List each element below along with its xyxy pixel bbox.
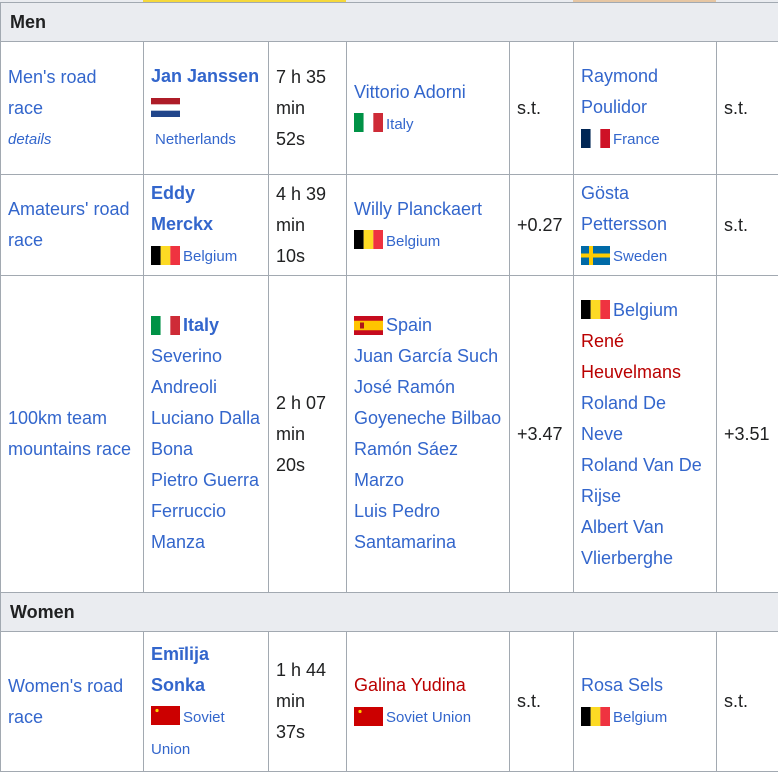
- country-link[interactable]: Italy: [386, 116, 414, 133]
- bronze-cell: Gösta Pettersson Sweden: [574, 175, 717, 276]
- bronze-athlete-link[interactable]: Gösta Pettersson: [581, 178, 709, 240]
- event-cell: Women's road race: [1, 632, 144, 772]
- belgium-flag-icon: [581, 300, 610, 319]
- gold-athlete-link[interactable]: Eddy Merckx: [151, 178, 261, 240]
- country-link[interactable]: Sweden: [613, 248, 667, 265]
- country-link[interactable]: Netherlands: [151, 131, 236, 148]
- bronze-athlete-link[interactable]: Raymond Poulidor: [581, 61, 709, 123]
- gold-time-cell: 2 h 07 min 20s: [269, 276, 347, 593]
- event-cell: Men's road race details: [1, 42, 144, 175]
- event-cell: Amateurs' road race: [1, 175, 144, 276]
- silver-cell: Vittorio Adorni Italy: [347, 42, 510, 175]
- gold-cell: Eddy Merckx Belgium: [144, 175, 269, 276]
- team-member-link[interactable]: Roland Van De Rijse: [581, 450, 709, 512]
- belgium-flag-icon: [581, 707, 610, 726]
- italy-flag-icon: [151, 316, 180, 335]
- section-header-women: Women: [1, 593, 778, 632]
- country-link[interactable]: Belgium: [613, 709, 667, 726]
- bronze-time-cell: s.t.: [717, 42, 778, 175]
- country-link[interactable]: Belgium: [183, 248, 237, 265]
- silver-time-cell: s.t.: [510, 42, 574, 175]
- silver-cell: Willy Planckaert Belgium: [347, 175, 510, 276]
- table-row: Women's road race Emīlija Sonka Soviet U…: [1, 632, 778, 772]
- silver-athlete-link[interactable]: Vittorio Adorni: [354, 77, 502, 108]
- bronze-athlete-link[interactable]: Rosa Sels: [581, 670, 709, 701]
- belgium-flag-icon: [354, 230, 383, 249]
- netherlands-flag-icon: [151, 98, 180, 117]
- team-member-link[interactable]: Luciano Dalla Bona: [151, 403, 261, 465]
- event-cell: 100km team mountains race: [1, 276, 144, 593]
- spain-flag-icon: [354, 316, 383, 335]
- soviet-union-flag-icon: [151, 706, 180, 725]
- event-link[interactable]: Women's road race: [8, 676, 123, 727]
- details-link[interactable]: details: [8, 124, 136, 155]
- bronze-cell: Belgium René Heuvelmans Roland De Neve R…: [574, 276, 717, 593]
- bronze-time-cell: s.t.: [717, 175, 778, 276]
- cycling-results-table: Men Men's road race details Jan Janssen …: [0, 2, 778, 772]
- gold-cell: Emīlija Sonka Soviet Union: [144, 632, 269, 772]
- team-country-link[interactable]: Belgium: [613, 300, 678, 320]
- gold-athlete-link[interactable]: Jan Janssen: [151, 61, 261, 92]
- team-country-link[interactable]: Italy: [183, 315, 219, 335]
- sweden-flag-icon: [581, 246, 610, 265]
- team-member-link[interactable]: José Ramón Goyeneche Bilbao: [354, 372, 502, 434]
- italy-flag-icon: [354, 113, 383, 132]
- bronze-time-cell: s.t.: [717, 632, 778, 772]
- event-link[interactable]: 100km team mountains race: [8, 408, 131, 459]
- country-link[interactable]: Soviet Union: [386, 709, 471, 726]
- team-member-link[interactable]: Luis Pedro Santamarina: [354, 496, 502, 558]
- belgium-flag-icon: [151, 246, 180, 265]
- france-flag-icon: [581, 129, 610, 148]
- bronze-cell: Raymond Poulidor France: [574, 42, 717, 175]
- section-header-men: Men: [1, 3, 778, 42]
- team-member-redlink[interactable]: René Heuvelmans: [581, 326, 709, 388]
- silver-cell: Spain Juan García Such José Ramón Goyene…: [347, 276, 510, 593]
- gold-cell: Jan Janssen Netherlands: [144, 42, 269, 175]
- table-row: 100km team mountains race Italy Severino…: [1, 276, 778, 593]
- team-member-link[interactable]: Severino Andreoli: [151, 341, 261, 403]
- team-country-link[interactable]: Spain: [386, 315, 432, 335]
- event-link[interactable]: Amateurs' road race: [8, 199, 130, 250]
- gold-athlete-link[interactable]: Emīlija Sonka: [151, 639, 261, 701]
- team-member-link[interactable]: Albert Van Vlierberghe: [581, 512, 709, 574]
- team-member-link[interactable]: Ferruccio Manza: [151, 496, 261, 558]
- silver-athlete-redlink[interactable]: Galina Yudina: [354, 670, 502, 701]
- silver-time-cell: s.t.: [510, 632, 574, 772]
- gold-time-cell: 7 h 35 min 52s: [269, 42, 347, 175]
- team-member-link[interactable]: Pietro Guerra: [151, 465, 261, 496]
- country-link[interactable]: France: [613, 131, 660, 148]
- bronze-cell: Rosa Sels Belgium: [574, 632, 717, 772]
- team-member-link[interactable]: Roland De Neve: [581, 388, 709, 450]
- gold-cell: Italy Severino Andreoli Luciano Dalla Bo…: [144, 276, 269, 593]
- gold-time-cell: 4 h 39 min 10s: [269, 175, 347, 276]
- silver-athlete-link[interactable]: Willy Planckaert: [354, 194, 502, 225]
- country-link[interactable]: Belgium: [386, 233, 440, 250]
- section-title: Men: [1, 3, 778, 42]
- table-row: Amateurs' road race Eddy Merckx Belgium …: [1, 175, 778, 276]
- bronze-time-cell: +3.51: [717, 276, 778, 593]
- team-member-link[interactable]: Juan García Such: [354, 341, 502, 372]
- silver-time-cell: +0.27: [510, 175, 574, 276]
- gold-time-cell: 1 h 44 min 37s: [269, 632, 347, 772]
- section-title: Women: [1, 593, 778, 632]
- team-member-link[interactable]: Ramón Sáez Marzo: [354, 434, 502, 496]
- table-row: Men's road race details Jan Janssen Neth…: [1, 42, 778, 175]
- silver-time-cell: +3.47: [510, 276, 574, 593]
- soviet-union-flag-icon: [354, 707, 383, 726]
- silver-cell: Galina Yudina Soviet Union: [347, 632, 510, 772]
- event-link[interactable]: Men's road race: [8, 62, 136, 124]
